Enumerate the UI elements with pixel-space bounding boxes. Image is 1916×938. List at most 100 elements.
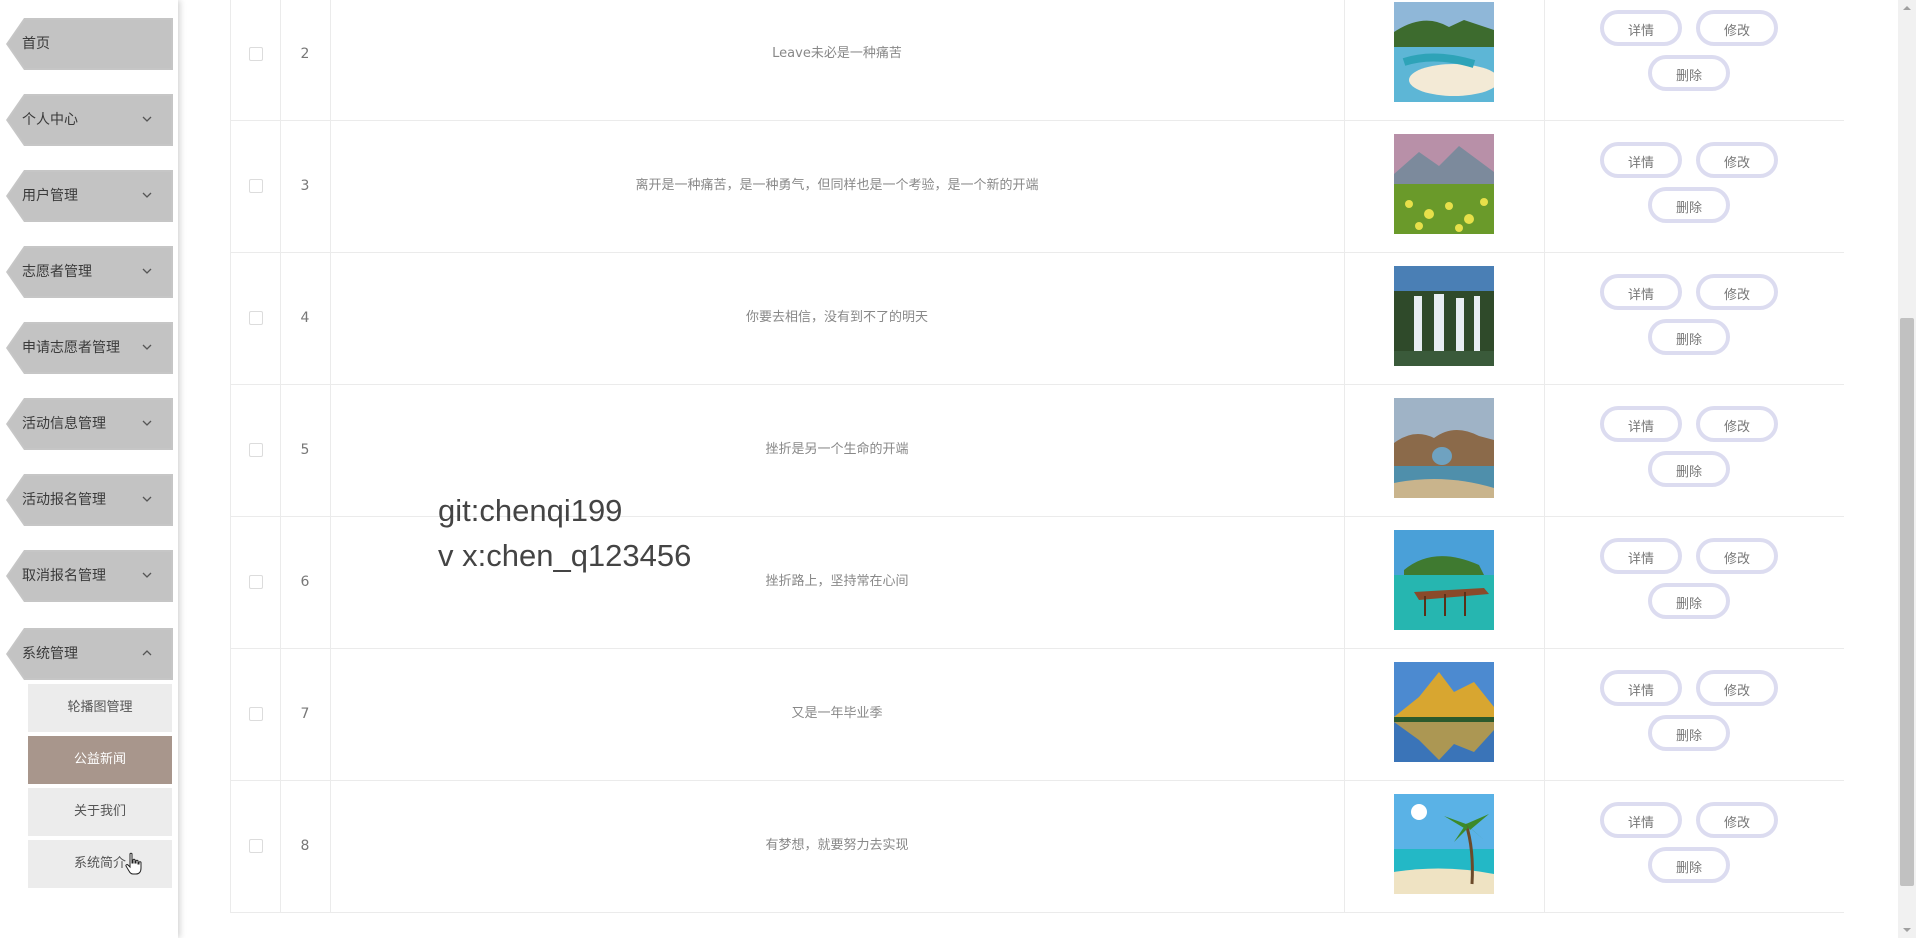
- vertical-scrollbar[interactable]: [1898, 0, 1916, 938]
- column-divider: [1344, 384, 1345, 516]
- sidebar-item-label: 取消报名管理: [22, 568, 106, 584]
- column-divider: [230, 780, 231, 912]
- chevron-down-icon: [142, 572, 152, 578]
- chevron-down-icon: [142, 344, 152, 350]
- row-title: Leave未必是一种痛苦: [772, 46, 902, 61]
- row-thumbnail: [1394, 266, 1494, 366]
- thumbnail-image: [1394, 266, 1494, 366]
- sidebar-item-6[interactable]: 活动报名管理: [0, 471, 178, 530]
- delete-button[interactable]: 删除: [1648, 451, 1730, 487]
- row-title: 离开是一种痛苦，是一种勇气，但同样也是一个考验，是一个新的开端: [635, 178, 1039, 193]
- column-divider: [1544, 516, 1545, 648]
- row-checkbox[interactable]: [249, 311, 263, 325]
- column-divider: [1344, 780, 1345, 912]
- table-row: 3 离开是一种痛苦，是一种勇气，但同样也是一个考验，是一个新的开端 详情 修改删除: [230, 120, 1844, 253]
- news-table: 2 Leave未必是一种痛苦 详情 修改 删除 3 离开是一种痛苦，是一种勇气，但同样也是一…: [230, 0, 1844, 914]
- sidebar-item-7[interactable]: 取消报名管理: [0, 547, 178, 606]
- column-divider: [1344, 516, 1345, 648]
- chevron-down-icon: [142, 192, 152, 198]
- row-checkbox[interactable]: [249, 839, 263, 853]
- column-divider: [230, 0, 231, 120]
- scroll-thumb[interactable]: [1900, 318, 1914, 886]
- row-thumbnail: [1394, 2, 1494, 102]
- sidebar-item-1[interactable]: 个人中心: [0, 91, 178, 150]
- detail-button[interactable]: 详情: [1600, 406, 1682, 442]
- row-checkbox[interactable]: [249, 443, 263, 457]
- watermark-line-1: git:chenqi199: [438, 493, 623, 528]
- edit-button[interactable]: 修改: [1696, 538, 1778, 574]
- detail-button[interactable]: 详情: [1600, 10, 1682, 46]
- detail-button[interactable]: 详情: [1600, 274, 1682, 310]
- delete-button[interactable]: 删除: [1648, 847, 1730, 883]
- hand-cursor-icon: [125, 852, 142, 875]
- thumbnail-image: [1394, 794, 1494, 894]
- row-checkbox[interactable]: [249, 707, 263, 721]
- sidebar-item-label: 个人中心: [22, 112, 78, 128]
- table-row: 8 有梦想，就要努力去实现 详情 修改 删除: [230, 780, 1844, 913]
- delete-button[interactable]: 删除: [1648, 55, 1730, 91]
- row-title: 有梦想，就要努力去实现: [765, 838, 909, 853]
- sidebar-item-8[interactable]: 系统管理: [0, 625, 178, 684]
- column-divider: [1544, 780, 1545, 912]
- row-thumbnail: [1394, 794, 1494, 894]
- row-index: 6: [300, 574, 310, 590]
- sidebar-subitem-1[interactable]: 公益新闻: [28, 736, 172, 784]
- column-divider: [1344, 252, 1345, 384]
- row-thumbnail: [1394, 530, 1494, 630]
- edit-button[interactable]: 修改: [1696, 802, 1778, 838]
- row-checkbox[interactable]: [249, 47, 263, 61]
- scroll-down-arrow-icon[interactable]: [1902, 925, 1912, 935]
- edit-button[interactable]: 修改: [1696, 274, 1778, 310]
- sidebar-item-3[interactable]: 志愿者管理: [0, 243, 178, 302]
- column-divider: [1544, 0, 1545, 120]
- sidebar-item-label: 申请志愿者管理: [22, 340, 120, 356]
- sidebar-item-5[interactable]: 活动信息管理: [0, 395, 178, 454]
- sidebar-subitem-0[interactable]: 轮播图管理: [28, 684, 172, 732]
- delete-button[interactable]: 删除: [1648, 583, 1730, 619]
- chevron-down-icon: [142, 420, 152, 426]
- delete-button[interactable]: 删除: [1648, 187, 1730, 223]
- chevron-down-icon: [142, 496, 152, 502]
- row-thumbnail: [1394, 662, 1494, 762]
- edit-button[interactable]: 修改: [1696, 406, 1778, 442]
- row-checkbox[interactable]: [249, 575, 263, 589]
- column-divider: [1344, 0, 1345, 120]
- sidebar-subitem-2[interactable]: 关于我们: [28, 788, 172, 836]
- chevron-down-icon: [142, 116, 152, 122]
- column-divider: [1544, 384, 1545, 516]
- row-thumbnail: [1394, 134, 1494, 234]
- table-row: 7 又是一年毕业季 详情 修改 删除: [230, 648, 1844, 781]
- chevron-up-icon: [142, 650, 152, 656]
- column-divider: [230, 516, 231, 648]
- thumbnail-image: [1394, 398, 1494, 498]
- edit-button[interactable]: 修改: [1696, 10, 1778, 46]
- column-divider: [1344, 648, 1345, 780]
- delete-button[interactable]: 删除: [1648, 715, 1730, 751]
- detail-button[interactable]: 详情: [1600, 802, 1682, 838]
- sidebar-item-label: 活动报名管理: [22, 492, 106, 508]
- row-index: 5: [300, 442, 310, 458]
- delete-button[interactable]: 删除: [1648, 319, 1730, 355]
- row-checkbox[interactable]: [249, 179, 263, 193]
- table-row: 4 你要去相信，没有到不了的明天 详情 修改 删除: [230, 252, 1844, 385]
- row-index: 3: [300, 178, 310, 194]
- column-divider: [1544, 648, 1545, 780]
- detail-button[interactable]: 详情: [1600, 538, 1682, 574]
- sidebar-item-label: 用户管理: [22, 188, 78, 204]
- scroll-up-arrow-icon[interactable]: [1902, 3, 1912, 13]
- column-divider: [230, 384, 231, 516]
- detail-button[interactable]: 详情: [1600, 670, 1682, 706]
- column-divider: [230, 648, 231, 780]
- watermark-line-2: v x:chen_q123456: [438, 538, 692, 573]
- sidebar-subitem-3[interactable]: 系统简介: [28, 840, 172, 888]
- thumbnail-image: [1394, 134, 1494, 234]
- sidebar-item-2[interactable]: 用户管理: [0, 167, 178, 226]
- watermark: git:chenqi199 v x:chen_q123456: [438, 488, 691, 578]
- sidebar-item-label: 首页: [22, 36, 50, 52]
- sidebar-item-4[interactable]: 申请志愿者管理: [0, 319, 178, 378]
- row-thumbnail: [1394, 398, 1494, 498]
- edit-button[interactable]: 修改: [1696, 670, 1778, 706]
- detail-button[interactable]: 详情: [1600, 142, 1682, 178]
- sidebar-item-0[interactable]: 首页: [0, 15, 178, 74]
- edit-button[interactable]: 修改: [1696, 142, 1778, 178]
